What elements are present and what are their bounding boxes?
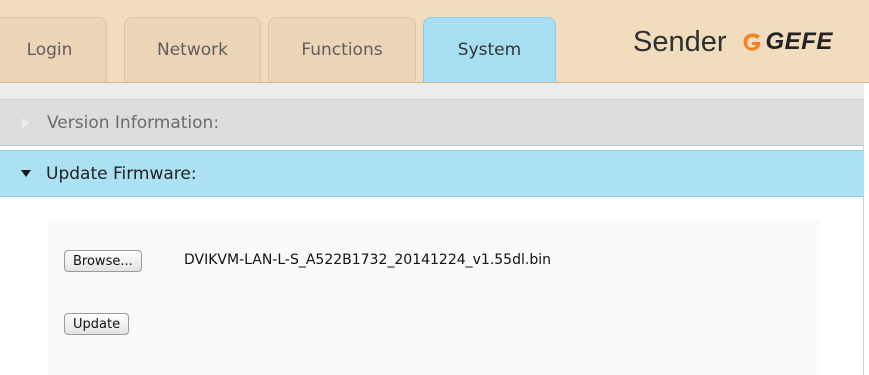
gefen-logo-text: GEFE [765, 28, 833, 55]
tab-system[interactable]: System [423, 17, 556, 82]
firmware-panel: Browse... DVIKVM-LAN-L-S_A522B1732_20141… [48, 220, 820, 375]
page-title: Sender [633, 25, 727, 58]
triangle-right-icon [22, 117, 30, 128]
divider [0, 83, 864, 99]
section-update-firmware[interactable]: Update Firmware: [0, 150, 864, 197]
triangle-down-icon [21, 170, 31, 177]
browse-button[interactable]: Browse... [64, 250, 142, 272]
section-version-label: Version Information: [47, 112, 220, 133]
header-bar: Login Network Functions System Sender GE… [0, 0, 869, 83]
tab-login[interactable]: Login [0, 17, 107, 82]
tab-functions[interactable]: Functions [268, 17, 416, 82]
tab-network[interactable]: Network [124, 17, 261, 82]
content-area: Version Information: Update Firmware: Br… [0, 83, 864, 375]
selected-file-name: DVIKVM-LAN-L-S_A522B1732_20141224_v1.55d… [184, 252, 551, 268]
gefen-logo: GEFE [741, 28, 833, 56]
gefen-logo-icon [743, 33, 760, 51]
update-button[interactable]: Update [64, 313, 130, 335]
section-version-information[interactable]: Version Information: [0, 99, 864, 146]
tab-login-label: Login [26, 40, 73, 60]
brand: Sender GEFE [633, 22, 833, 62]
tab-functions-label: Functions [301, 40, 383, 60]
tab-system-label: System [457, 40, 522, 60]
section-update-label: Update Firmware: [46, 163, 197, 184]
tab-network-label: Network [157, 40, 228, 60]
